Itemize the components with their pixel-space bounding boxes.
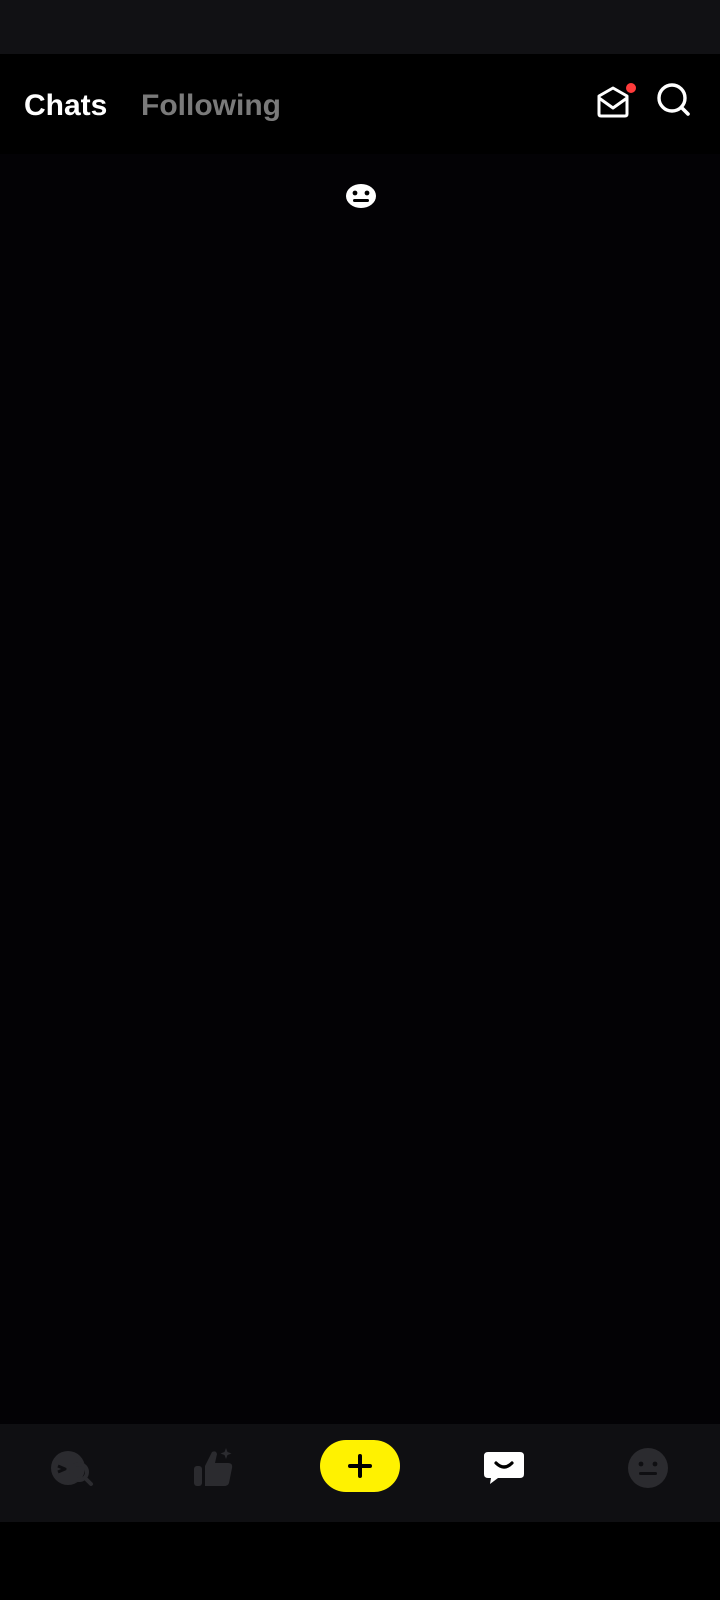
plus-icon <box>348 1454 372 1478</box>
profile-face-icon <box>628 1448 668 1488</box>
search-icon[interactable] <box>654 80 694 120</box>
nav-profile[interactable] <box>608 1438 688 1498</box>
chat-list-area <box>0 154 720 1424</box>
notification-dot <box>626 83 636 93</box>
discover-search-icon <box>51 1451 93 1486</box>
header: Chats Following <box>0 54 720 154</box>
chat-bubble-smile-icon <box>484 1452 524 1484</box>
status-bar <box>0 0 720 54</box>
create-button[interactable] <box>320 1440 400 1492</box>
loading-mascot-icon <box>346 184 376 208</box>
nav-discover[interactable] <box>32 1438 112 1498</box>
nav-for-you[interactable] <box>174 1438 254 1498</box>
tab-chats[interactable]: Chats <box>24 86 107 126</box>
tab-following[interactable]: Following <box>141 86 281 126</box>
thumbs-up-sparkle-icon <box>194 1448 233 1486</box>
nav-chats[interactable] <box>464 1438 544 1498</box>
bottom-nav <box>0 1424 720 1522</box>
system-navigation-area <box>0 1522 720 1600</box>
